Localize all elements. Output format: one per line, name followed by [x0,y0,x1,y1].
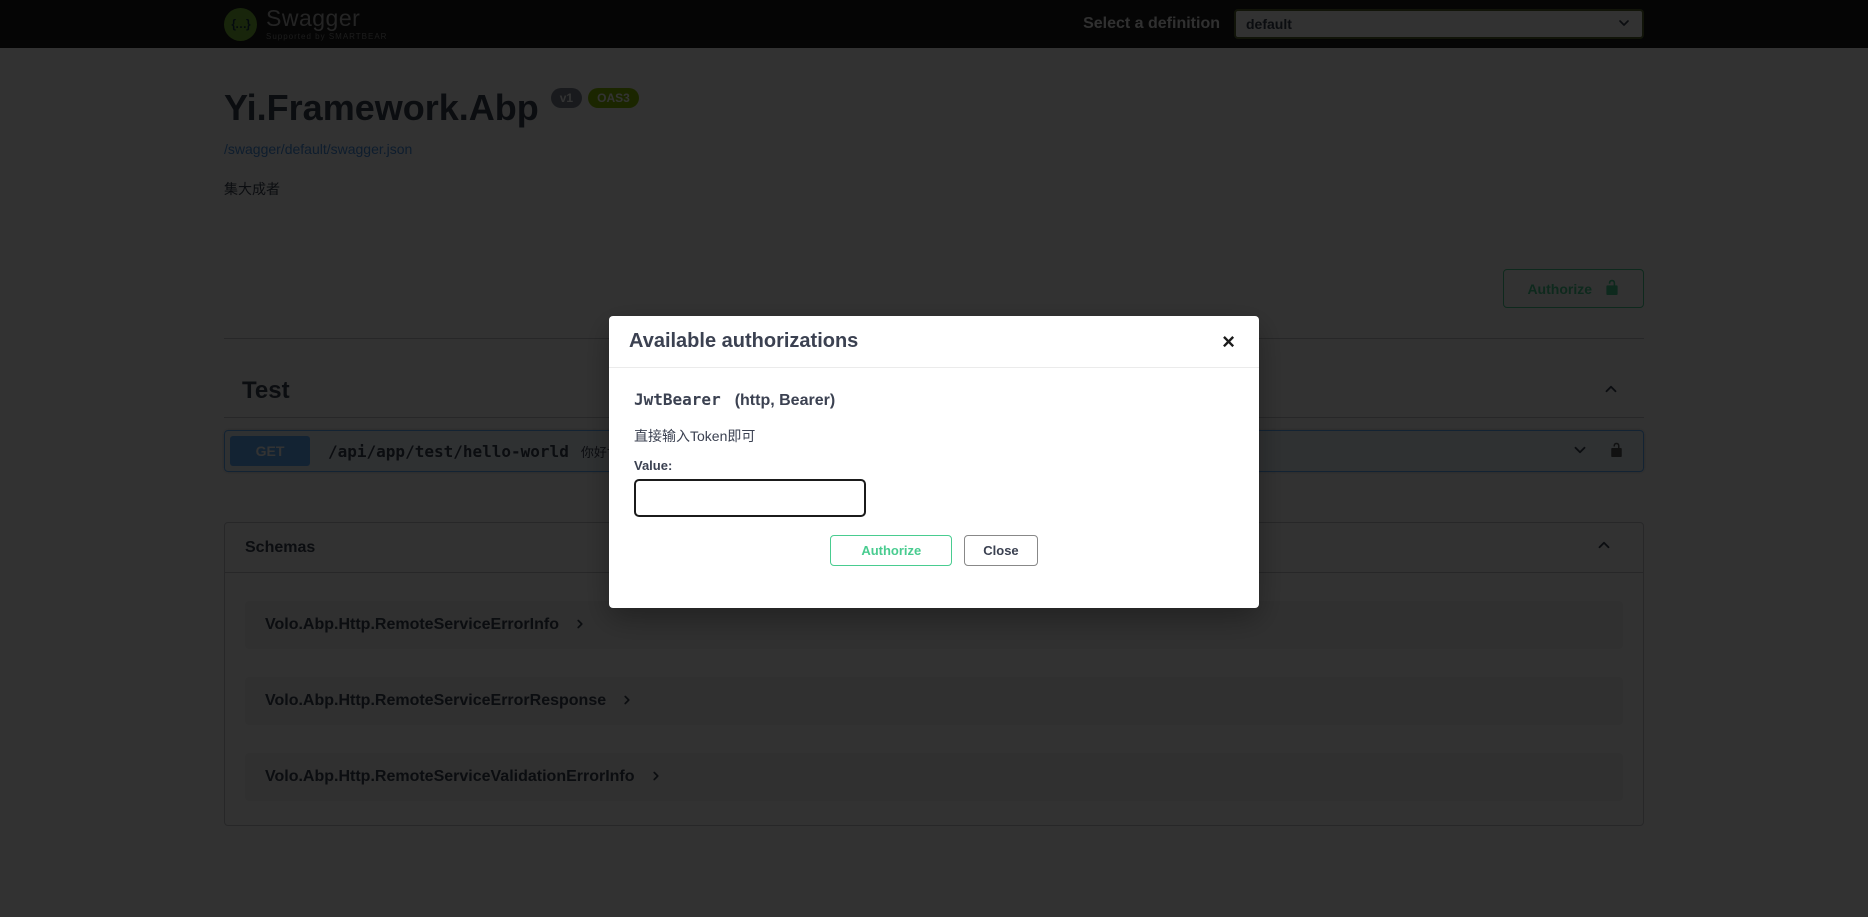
value-label: Value: [634,458,1234,473]
auth-scheme-type: (http, Bearer) [735,392,835,410]
authorizations-modal: Available authorizations × JwtBearer (ht… [609,316,1259,608]
auth-scheme-description: 直接输入Token即可 [634,426,1234,446]
modal-title: Available authorizations [629,330,858,353]
modal-close-button[interactable]: Close [964,535,1037,566]
modal-authorize-button[interactable]: Authorize [830,535,952,566]
token-value-input[interactable] [634,479,866,517]
auth-scheme-name: JwtBearer [634,390,721,409]
close-icon[interactable]: × [1218,331,1239,353]
